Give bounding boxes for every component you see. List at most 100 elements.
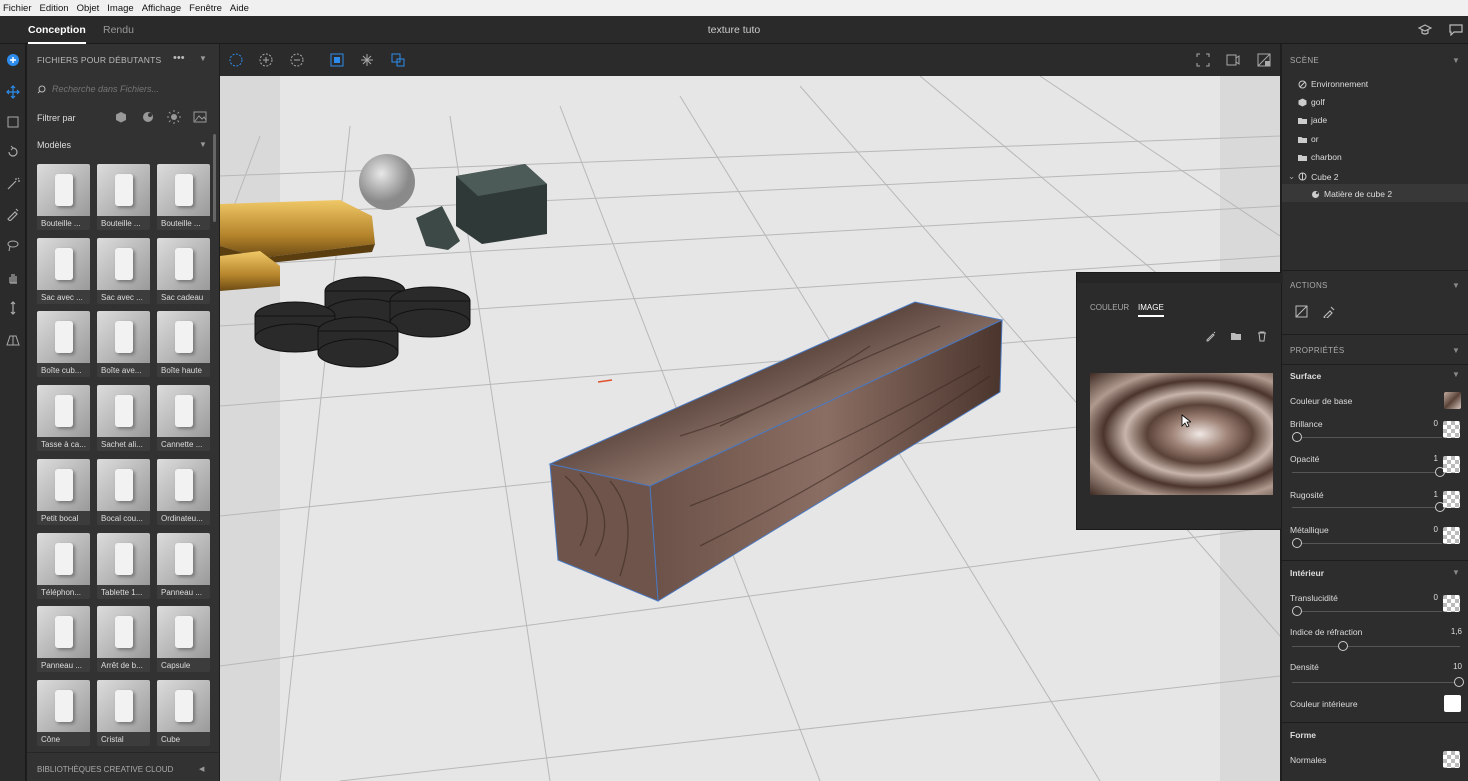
lasso-icon[interactable] (5, 238, 21, 254)
rotate-tool-icon[interactable] (5, 144, 21, 160)
popup-drag-handle[interactable] (1077, 273, 1283, 283)
model-tile[interactable]: Boîte ave... (97, 311, 150, 378)
rugosite-map-button[interactable] (1443, 491, 1460, 508)
model-tile[interactable]: Panneau ... (157, 532, 210, 599)
folder-icon[interactable] (1230, 330, 1242, 342)
chevron-down-icon[interactable]: ▼ (1452, 281, 1460, 290)
base-color-swatch[interactable] (1444, 392, 1461, 409)
learn-icon[interactable] (1418, 24, 1432, 36)
model-tile[interactable]: Tablette 1... (97, 532, 150, 599)
model-tile[interactable]: Tasse à ca... (37, 385, 90, 452)
model-tile[interactable]: Petit bocal (37, 458, 90, 525)
translucidite-slider[interactable] (1292, 606, 1442, 616)
scene-item-or[interactable]: or (1298, 134, 1319, 144)
chevron-down-icon[interactable]: ▼ (199, 140, 207, 149)
densite-slider[interactable] (1292, 677, 1464, 687)
slider-handle[interactable] (1454, 677, 1464, 687)
chevron-down-icon[interactable]: ▼ (1452, 370, 1460, 379)
chevron-down-icon[interactable]: ▼ (1452, 346, 1460, 355)
menu-objet[interactable]: Objet (77, 3, 100, 14)
tab-rendu[interactable]: Rendu (103, 24, 134, 36)
image-filter-icon[interactable] (193, 110, 207, 124)
normales-map-button[interactable] (1443, 751, 1460, 768)
translucidite-map-button[interactable] (1443, 595, 1460, 612)
edit-icon[interactable] (1205, 330, 1217, 342)
hand-tool-icon[interactable] (5, 270, 21, 286)
rugosite-slider[interactable] (1292, 502, 1445, 512)
slider-handle[interactable] (1292, 538, 1302, 548)
model-tile[interactable]: Boîte cub... (37, 311, 90, 378)
metallique-map-button[interactable] (1443, 527, 1460, 544)
scene-item-cube-2[interactable]: ⌄ Cube 2 (1288, 171, 1339, 182)
model-tile[interactable]: Sac avec ... (97, 237, 150, 304)
model-tile[interactable]: Cannette ... (157, 385, 210, 452)
metallique-slider[interactable] (1292, 538, 1442, 548)
chevron-down-icon[interactable]: ▼ (199, 54, 207, 63)
search-input[interactable] (52, 84, 202, 94)
texture-image-preview[interactable] (1090, 373, 1273, 495)
chevron-down-icon[interactable]: ▼ (1452, 568, 1460, 577)
scene-item-environment[interactable]: Environnement (1298, 79, 1368, 89)
interieur-section[interactable]: Intérieur (1290, 568, 1324, 578)
subtract-selection-icon[interactable] (289, 52, 305, 68)
slider-handle[interactable] (1292, 432, 1302, 442)
scene-item-jade[interactable]: jade (1298, 115, 1327, 125)
model-tile[interactable]: Cristal (97, 679, 150, 746)
model-tile[interactable]: Ordinateu... (157, 458, 210, 525)
model-tile[interactable]: Capsule (157, 606, 210, 673)
move-tool-icon[interactable] (5, 84, 21, 100)
menu-aide[interactable]: Aide (230, 3, 249, 14)
opacite-map-button[interactable] (1443, 456, 1460, 473)
tab-couleur[interactable]: COULEUR (1090, 303, 1129, 312)
chevron-left-icon[interactable]: ◀ (199, 765, 204, 773)
trash-icon[interactable] (1256, 330, 1268, 342)
scene-item-charbon[interactable]: charbon (1298, 152, 1342, 162)
model-tile[interactable]: Bouteille ... (97, 164, 150, 230)
interior-color-swatch[interactable] (1444, 695, 1461, 712)
menu-edition[interactable]: Edition (40, 3, 69, 14)
scene-item-golf[interactable]: golf (1298, 97, 1325, 107)
model-tile[interactable]: Cube (157, 679, 210, 746)
feedback-icon[interactable] (1449, 24, 1463, 36)
cc-libraries-section[interactable]: BIBLIOTHÈQUES CREATIVE CLOUD ◀ (27, 752, 219, 781)
model-tile[interactable]: Téléphon... (37, 532, 90, 599)
more-options-icon[interactable]: ••• (173, 52, 185, 64)
menu-fenetre[interactable]: Fenêtre (189, 3, 222, 14)
menu-image[interactable]: Image (107, 3, 133, 14)
model-tile[interactable]: Bouteille ... (37, 164, 90, 230)
model-tile[interactable]: Boîte haute (157, 311, 210, 378)
model-tile[interactable]: Sachet ali... (97, 385, 150, 452)
align-icon[interactable] (390, 52, 406, 68)
model-tile[interactable]: Bocal cou... (97, 458, 150, 525)
model-tile[interactable]: Sac avec ... (37, 237, 90, 304)
model-tile[interactable]: Panneau ... (37, 606, 90, 673)
fullscreen-icon[interactable] (1195, 52, 1211, 68)
select-tool-icon[interactable] (5, 114, 21, 130)
forme-section[interactable]: Forme (1290, 730, 1316, 740)
menu-affichage[interactable]: Affichage (142, 3, 181, 14)
brillance-map-button[interactable] (1443, 421, 1460, 438)
surface-section[interactable]: Surface (1290, 371, 1321, 381)
frame-selection-icon[interactable] (329, 52, 345, 68)
add-selection-icon[interactable] (258, 52, 274, 68)
model-tile[interactable]: Bouteille ... (157, 164, 210, 230)
menu-fichier[interactable]: Fichier (3, 3, 32, 14)
material-filter-icon[interactable] (141, 110, 155, 124)
perspective-tool-icon[interactable] (5, 332, 21, 348)
slider-handle[interactable] (1338, 641, 1348, 651)
slider-handle[interactable] (1292, 606, 1302, 616)
render-preview-icon[interactable] (1256, 52, 1272, 68)
chevron-down-icon[interactable]: ▼ (1452, 56, 1460, 65)
lasso-select-icon[interactable] (228, 52, 244, 68)
opacite-slider[interactable] (1292, 467, 1445, 477)
dolly-tool-icon[interactable] (5, 300, 21, 316)
library-scrollbar[interactable] (213, 134, 216, 222)
light-filter-icon[interactable] (167, 110, 181, 124)
scene-item-material[interactable]: Matière de cube 2 (1311, 189, 1392, 199)
add-tool-icon[interactable] (5, 52, 21, 68)
model-filter-icon[interactable] (114, 110, 128, 124)
brillance-slider[interactable] (1292, 432, 1442, 442)
model-tile[interactable]: Arrêt de b... (97, 606, 150, 673)
eyedropper-icon[interactable] (5, 206, 21, 222)
magic-wand-icon[interactable] (5, 176, 21, 192)
